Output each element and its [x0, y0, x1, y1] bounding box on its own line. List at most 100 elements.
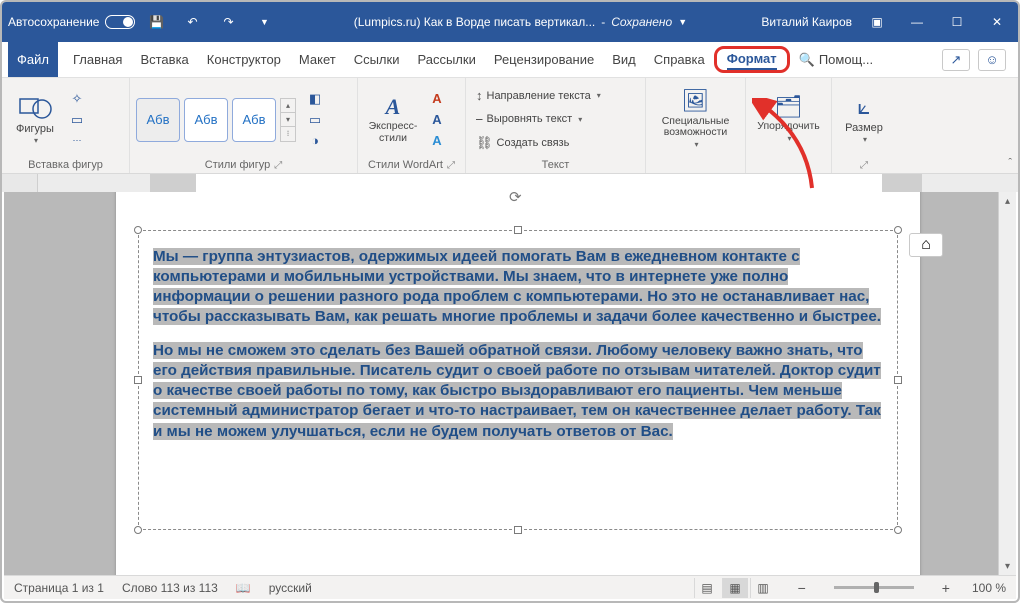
tab-references[interactable]: Ссылки [345, 42, 409, 77]
text-direction-button[interactable]: ↕Направление текста▾ [472, 86, 605, 105]
tab-review[interactable]: Рецензирование [485, 42, 603, 77]
group-label-wordart: Стили WordArt⤢ [364, 157, 459, 171]
size-button[interactable]: ⟀ Размер▾ [838, 91, 890, 148]
zoom-slider[interactable] [834, 586, 914, 589]
resize-handle[interactable] [134, 526, 142, 534]
title-bar: Автосохранение 💾 ↶ ↷ ▼ (Lumpics.ru) Как … [2, 2, 1018, 42]
share-button[interactable]: ↗ [942, 49, 970, 71]
qat-dropdown-icon[interactable]: ▼ [249, 7, 279, 37]
resize-handle[interactable] [894, 526, 902, 534]
link-icon: ⛓ [476, 135, 493, 151]
tab-home[interactable]: Главная [64, 42, 131, 77]
search-icon: 🔍 [799, 52, 815, 68]
spell-check-icon[interactable]: 📖 [236, 581, 251, 595]
text-box-icon[interactable]: ▭ [66, 111, 88, 129]
arrange-icon: 🗂 [775, 95, 803, 119]
minimize-icon[interactable]: — [902, 7, 932, 37]
resize-handle[interactable] [894, 376, 902, 384]
share-icon: ↗ [951, 52, 962, 68]
tab-layout[interactable]: Макет [290, 42, 345, 77]
arrange-button[interactable]: 🗂 Упорядочить▾ [752, 91, 825, 148]
shape-fill-icon[interactable]: ◧ [304, 90, 326, 108]
undo-icon[interactable]: ↶ [177, 7, 207, 37]
scroll-down-icon[interactable]: ▾ [999, 557, 1016, 575]
text-fill-icon[interactable]: A [426, 90, 448, 108]
zoom-level[interactable]: 100 % [972, 581, 1006, 595]
group-label-insert-shapes: Вставка фигур [8, 157, 123, 171]
collapse-ribbon-icon[interactable]: ˆ [1008, 157, 1012, 169]
shape-style-3[interactable]: Абв [232, 98, 276, 142]
tab-help[interactable]: Справка [645, 42, 714, 77]
more-icon[interactable]: ⋯ [66, 132, 88, 150]
word-count[interactable]: Слово 113 из 113 [122, 581, 218, 595]
group-label-arrange [752, 157, 825, 171]
feedback-button[interactable]: ☺ [978, 49, 1006, 71]
size-icon: ⟀ [857, 95, 870, 119]
tell-me-search[interactable]: 🔍 Помощ... [790, 42, 882, 77]
tab-design[interactable]: Конструктор [198, 42, 290, 77]
layout-options-button[interactable]: ⌂ [909, 233, 943, 257]
page: ⟳ ⌂ Мы — группа энтузиастов, одержимых и… [116, 192, 920, 575]
text-direction-icon: ↕ [476, 88, 483, 103]
ribbon-display-icon[interactable]: ▣ [862, 7, 892, 37]
group-label-size: ⤢ [838, 158, 890, 171]
tab-view[interactable]: Вид [603, 42, 645, 77]
group-label-text: Текст [472, 157, 639, 171]
status-bar: Страница 1 из 1 Слово 113 из 113 📖 русск… [4, 575, 1016, 599]
ruler [2, 174, 1018, 192]
zoom-in-button[interactable]: + [938, 580, 954, 596]
alt-text-button[interactable]: 🖼 Специальные возможности▾ [652, 85, 739, 153]
resize-handle[interactable] [514, 526, 522, 534]
tab-mailings[interactable]: Рассылки [408, 42, 484, 77]
zoom-out-button[interactable]: − [794, 580, 810, 596]
tab-insert[interactable]: Вставка [131, 42, 197, 77]
shape-outline-icon[interactable]: ▭ [304, 111, 326, 129]
wordart-icon: A [386, 95, 401, 119]
shapes-icon [18, 93, 52, 121]
group-label-accessibility [652, 157, 739, 171]
redo-icon[interactable]: ↷ [213, 7, 243, 37]
ribbon: Фигуры▾ ✧ ▭ ⋯ Вставка фигур Абв Абв Абв … [2, 78, 1018, 174]
user-name[interactable]: Виталий Каиров [761, 15, 852, 29]
edit-shape-icon[interactable]: ✧ [66, 90, 88, 108]
scroll-up-icon[interactable]: ▴ [999, 192, 1016, 210]
print-layout-icon[interactable]: ▦ [722, 578, 748, 598]
text-effects-icon[interactable]: A [426, 132, 448, 150]
focus-mode-icon[interactable]: ▤ [694, 578, 720, 598]
vertical-scrollbar[interactable]: ▴ ▾ [998, 192, 1016, 575]
wordart-styles-button[interactable]: A Экспресс-стили [364, 91, 422, 148]
shape-style-1[interactable]: Абв [136, 98, 180, 142]
shape-effects-icon[interactable]: ◑ [304, 132, 326, 150]
create-link-button[interactable]: ⛓Создать связь [472, 133, 573, 153]
rotate-handle-icon[interactable]: ⟳ [509, 192, 527, 206]
resize-handle[interactable] [514, 226, 522, 234]
autosave-toggle[interactable]: Автосохранение [8, 15, 135, 29]
resize-handle[interactable] [134, 226, 142, 234]
close-icon[interactable]: ✕ [982, 7, 1012, 37]
maximize-icon[interactable]: ☐ [942, 7, 972, 37]
tab-format[interactable]: Формат [714, 46, 790, 73]
shape-style-2[interactable]: Абв [184, 98, 228, 142]
text-content[interactable]: Мы — группа энтузиастов, одержимых идеей… [139, 231, 897, 472]
word-window: Автосохранение 💾 ↶ ↷ ▼ (Lumpics.ru) Как … [0, 0, 1020, 603]
text-box[interactable]: ⌂ Мы — группа энтузиастов, одержимых иде… [138, 230, 898, 530]
alt-text-icon: 🖼 [682, 89, 710, 113]
smile-icon: ☺ [985, 52, 998, 67]
document-title: (Lumpics.ru) Как в Ворде писать вертикал… [279, 15, 761, 29]
web-layout-icon[interactable]: ▥ [750, 578, 776, 598]
resize-handle[interactable] [134, 376, 142, 384]
shape-style-gallery[interactable]: ▴▾⁝ [280, 98, 296, 142]
save-icon[interactable]: 💾 [141, 7, 171, 37]
page-indicator[interactable]: Страница 1 из 1 [14, 581, 104, 595]
layout-options-icon: ⌂ [921, 236, 931, 254]
tab-file[interactable]: Файл [8, 42, 58, 77]
group-label-shape-styles: Стили фигур⤢ [136, 157, 351, 171]
document-area[interactable]: ⟳ ⌂ Мы — группа энтузиастов, одержимых и… [4, 192, 1016, 575]
align-text-button[interactable]: ⎯Выровнять текст▾ [472, 109, 586, 129]
text-outline-icon[interactable]: A [426, 111, 448, 129]
resize-handle[interactable] [894, 226, 902, 234]
shapes-button[interactable]: Фигуры▾ [8, 89, 62, 150]
ribbon-tabs: Файл Главная Вставка Конструктор Макет С… [2, 42, 1018, 78]
language-indicator[interactable]: русский [269, 581, 312, 595]
align-text-icon: ⎯ [476, 111, 483, 127]
